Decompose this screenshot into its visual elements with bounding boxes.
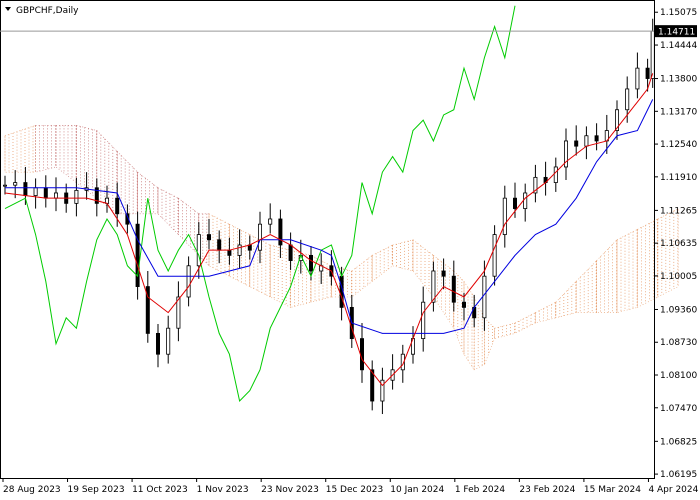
x-tick-label: 15 Dec 2023 [326,485,384,495]
y-axis: 1.15075 1.14444 1.13800 1.13170 1.12540 1.119… [654,8,697,480]
candle-body [451,275,456,303]
candle-body [33,187,38,196]
candle-body [43,187,48,199]
candle-body [553,166,558,183]
candle-body [523,192,528,209]
candle-body [115,197,120,215]
candle-body [217,239,222,251]
y-tick-label: 1.14444 [660,41,697,51]
y-tick-label: 1.07470 [660,404,697,414]
candle-body [227,249,232,256]
candle-body [625,88,630,111]
candle-body [635,67,640,90]
y-tick-label: 1.08730 [660,338,697,348]
x-tick-label: 10 Jan 2024 [390,485,444,495]
y-tick-label: 1.15075 [660,8,697,18]
candle-body [155,333,160,355]
y-tick-label: 1.10005 [660,272,697,282]
y-tick-label: 1.08100 [660,371,697,381]
y-tick-label: 1.09360 [660,305,697,315]
ichimoku-chart: 1.15075 1.14444 1.13800 1.13170 1.12540 1.119… [0,0,700,500]
y-tick-label: 1.11910 [660,173,697,183]
candle-body [502,197,507,235]
candle-body [74,189,79,204]
candle-body [441,270,446,277]
symbol-label: GBPCHF,Daily [16,6,79,16]
x-tick-label: 1 Nov 2023 [197,485,249,495]
candle-body [650,30,655,79]
y-tick-label: 1.10635 [660,239,697,249]
candle-body [54,192,59,199]
candle-body [461,301,466,308]
candle-body [645,67,650,79]
symbol-caption: GBPCHF,Daily [5,6,79,16]
x-tick-label: 19 Sep 2023 [68,485,125,495]
candle-body [206,234,211,241]
candle-body [584,135,589,147]
candle-body [513,197,518,209]
candle-body [594,135,599,142]
x-tick-label: 23 Nov 2023 [261,485,319,495]
price-tag-label: 1.14711 [658,28,695,38]
x-tick-label: 4 Apr 2024 [648,485,698,495]
candle-body [359,338,364,371]
candle-body [574,140,579,147]
y-tick-label: 1.06195 [660,470,697,480]
current-price-tag: 1.14711 [655,25,697,38]
x-tick-label: 11 Oct 2023 [132,485,188,495]
candle-body [288,244,293,261]
candle-body [492,234,497,277]
candle-body [166,327,171,355]
candle-body [257,223,262,251]
candle-body [3,184,8,187]
candle-body [482,275,487,319]
x-tick-label: 28 Aug 2023 [3,485,61,495]
candle-body [135,223,140,287]
y-tick-label: 1.06825 [660,437,697,447]
candle-body [268,218,273,225]
candle-body [13,182,18,186]
y-tick-label: 1.12540 [660,140,697,150]
candle-body [23,182,28,196]
y-tick-label: 1.13800 [660,75,697,85]
candle-body [186,265,191,298]
candle-body [278,218,283,246]
candle-body [237,244,242,256]
candle-body [308,254,313,272]
y-tick-label: 1.13170 [660,107,697,117]
y-tick-label: 1.11265 [660,206,697,216]
x-tick-label: 15 Mar 2024 [584,485,641,495]
x-tick-label: 23 Feb 2024 [519,485,575,495]
chart-background [0,0,700,500]
x-tick-label: 1 Feb 2024 [455,485,506,495]
